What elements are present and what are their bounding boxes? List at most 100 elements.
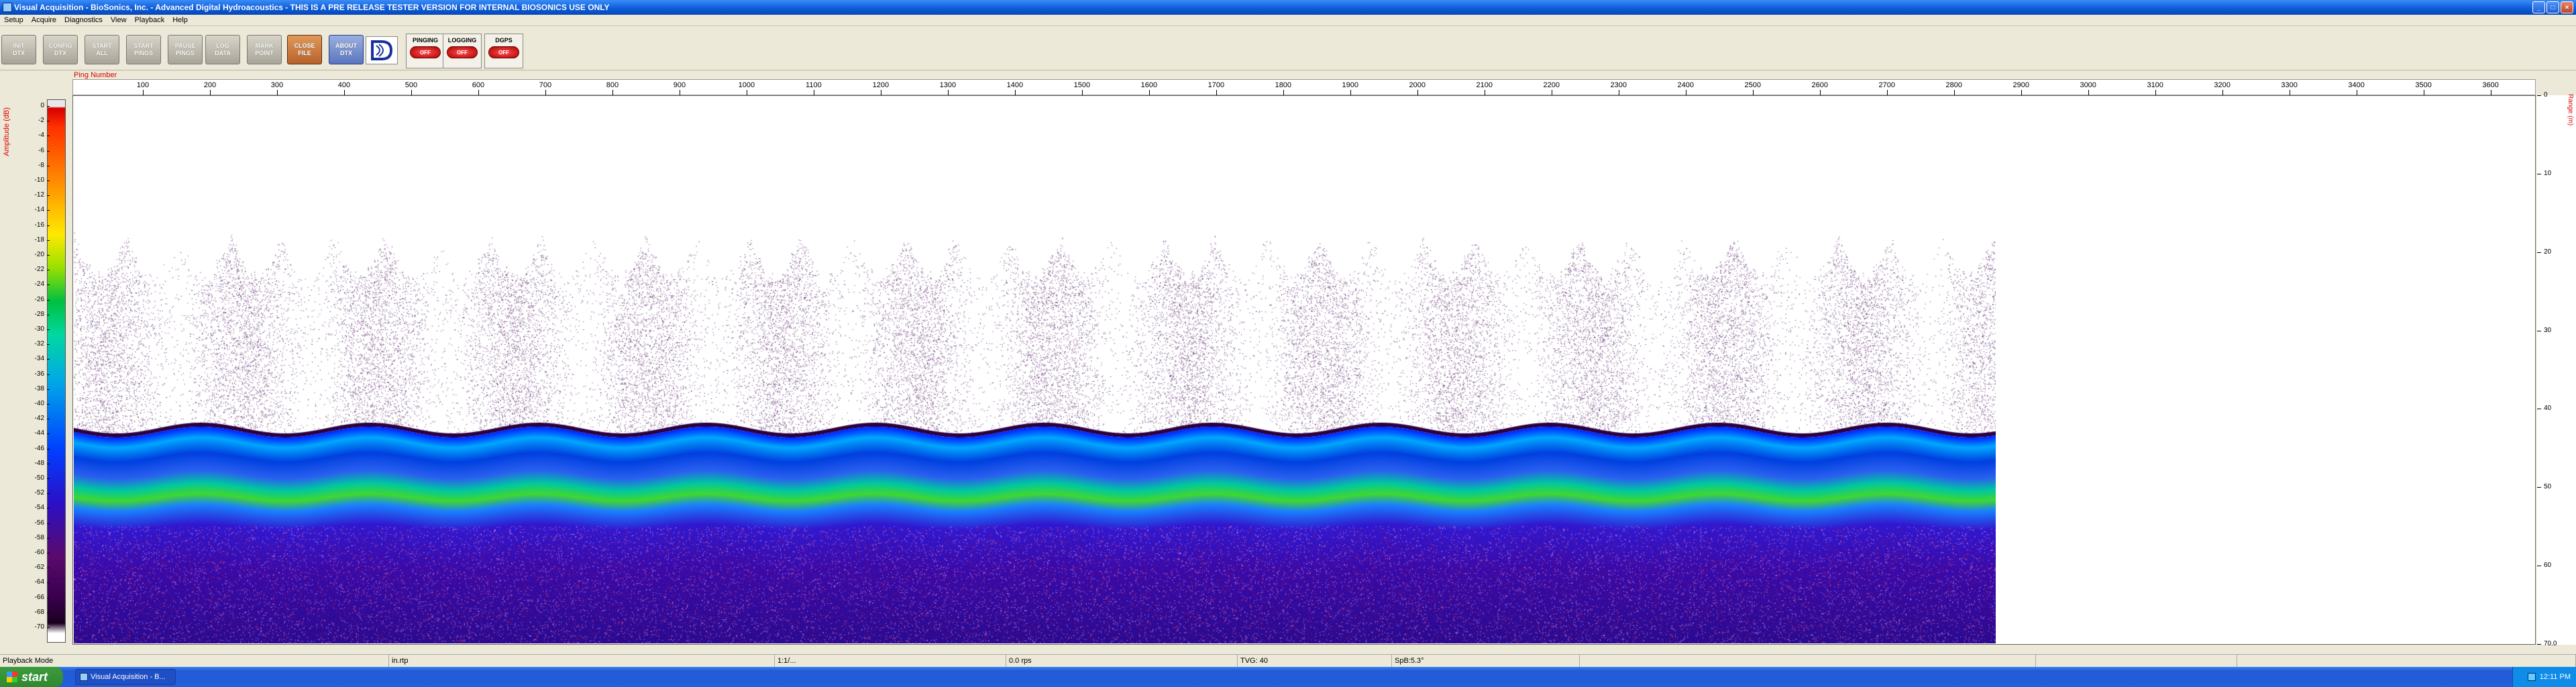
- colorbar-tick-label: -48: [27, 460, 50, 467]
- colorbar-tick-label: -14: [27, 206, 50, 213]
- x-tick-label: 200: [203, 81, 217, 89]
- range-tick-label: 40: [2544, 405, 2552, 413]
- menu-acquire[interactable]: Acquire: [28, 16, 60, 24]
- x-tick-mark: [2155, 90, 2156, 95]
- range-tick-mark: [2537, 252, 2541, 253]
- x-tick-mark: [1216, 90, 1217, 95]
- colorbar-tick-label: -2: [27, 117, 50, 124]
- x-tick-mark: [478, 90, 479, 95]
- menu-view[interactable]: View: [107, 16, 131, 24]
- colorbar-tick-label: -60: [27, 549, 50, 556]
- x-tick-mark: [1752, 90, 1754, 95]
- x-tick-label: 100: [136, 81, 150, 89]
- taskbar-item-visual-acquisition[interactable]: Visual Acquisition - B...: [75, 669, 176, 685]
- colorbar-tick-label: -30: [27, 325, 50, 333]
- toolbar-button-log-data[interactable]: LOG DATA: [205, 35, 240, 64]
- x-tick-mark: [545, 90, 546, 95]
- toolbar-button-mark-point[interactable]: MARK POINT: [247, 35, 282, 64]
- status-ping: 1:1/...: [775, 655, 1006, 667]
- colorbar-tick-label: -24: [27, 280, 50, 288]
- colorbar-tick-label: -50: [27, 474, 50, 482]
- toolbar-button-close-file[interactable]: CLOSE FILE: [287, 35, 322, 64]
- colorbar-tick-label: -64: [27, 578, 50, 586]
- x-tick-label: 1800: [1275, 81, 1292, 89]
- system-tray: 12:11 PM: [2512, 667, 2576, 687]
- status-bar: Playback Mode in.rtp 1:1/... 0.0 rps TVG…: [0, 654, 2576, 667]
- colorbar-tick-label: 0: [27, 102, 50, 109]
- x-tick-label: 800: [606, 81, 619, 89]
- range-tick-label: 60: [2544, 562, 2552, 570]
- x-tick-label: 1700: [1208, 81, 1225, 89]
- minimize-button[interactable]: _: [2532, 1, 2545, 13]
- app-icon: [3, 3, 12, 12]
- x-tick-label: 300: [270, 81, 284, 89]
- x-tick-label: 2300: [1610, 81, 1627, 89]
- menu-help[interactable]: Help: [168, 16, 192, 24]
- colorbar-tick-label: -8: [27, 162, 50, 169]
- start-label: start: [21, 670, 48, 684]
- pinging-lamp: OFF: [410, 46, 441, 58]
- toolbar-button-start-pings[interactable]: START PINGS: [126, 35, 161, 64]
- range-axis: 0 10 20 30 40 50 60 70.0: [2537, 91, 2576, 647]
- toolbar-button-config-dtx[interactable]: CONFIG DTX: [43, 35, 78, 64]
- x-axis-title: Ping Number: [74, 71, 117, 79]
- colorbar-tick-label: -34: [27, 355, 50, 362]
- range-tick-mark: [2537, 644, 2541, 645]
- x-tick-mark: [1819, 90, 1821, 95]
- tray-network-icon[interactable]: [2527, 673, 2536, 681]
- x-tick-mark: [142, 90, 144, 95]
- colorbar-tick-label: -40: [27, 400, 50, 407]
- echogram-plot[interactable]: [72, 95, 2536, 645]
- clock: 12:11 PM: [2539, 673, 2571, 681]
- toolbar-button-pause-pings[interactable]: PAUSE PINGS: [168, 35, 203, 64]
- range-tick-label: 30: [2544, 326, 2552, 334]
- x-tick-label: 1200: [872, 81, 890, 89]
- x-tick-mark: [1014, 90, 1016, 95]
- colorbar-tick-label: -32: [27, 340, 50, 348]
- x-tick-mark: [1417, 90, 1418, 95]
- dgps-lamp: OFF: [488, 46, 519, 58]
- colorbar-tick-label: -6: [27, 147, 50, 154]
- close-window-button[interactable]: ×: [2561, 1, 2573, 13]
- colorbar-tick-label: -66: [27, 594, 50, 601]
- logging-indicator: LOGGING OFF: [443, 34, 482, 68]
- x-tick-label: 1500: [1073, 81, 1091, 89]
- start-button[interactable]: start: [0, 667, 63, 687]
- x-tick-mark: [1886, 90, 1888, 95]
- windows-flag-icon: [7, 672, 17, 682]
- x-tick-label: 2500: [1744, 81, 1761, 89]
- range-axis-title: Range (m): [2567, 94, 2574, 126]
- colorbar-tick-label: -26: [27, 296, 50, 303]
- x-tick-label: 2400: [1677, 81, 1694, 89]
- colorbar-tick-label: -58: [27, 534, 50, 541]
- maximize-button[interactable]: □: [2546, 1, 2559, 13]
- biosonics-logo-icon: [366, 36, 398, 64]
- x-tick-label: 3000: [2080, 81, 2096, 89]
- toolbar-button-about-dtx[interactable]: ABOUT DTX: [329, 35, 364, 64]
- range-tick-mark: [2537, 487, 2541, 488]
- colorbar-tick-label: -20: [27, 251, 50, 258]
- x-tick-mark: [343, 90, 345, 95]
- toolbar-button-start-all[interactable]: START ALL: [85, 35, 119, 64]
- x-tick-label: 3400: [2348, 81, 2365, 89]
- status-mode: Playback Mode: [0, 655, 389, 667]
- x-tick-label: 2100: [1476, 81, 1493, 89]
- status-blank-2: [2036, 655, 2237, 667]
- toolbar-button-init-dtx[interactable]: INIT DTX: [1, 35, 36, 64]
- range-tick-label: 10: [2544, 169, 2552, 177]
- x-tick-label: 400: [337, 81, 351, 89]
- amplitude-colorbar: [47, 99, 66, 643]
- x-tick-mark: [1283, 90, 1284, 95]
- echogram-image[interactable]: [74, 97, 1996, 643]
- colorbar-tick-label: -70: [27, 623, 50, 631]
- status-tvg: TVG: 40: [1238, 655, 1392, 667]
- menu-playback[interactable]: Playback: [131, 16, 169, 24]
- menu-diagnostics[interactable]: Diagnostics: [60, 16, 107, 24]
- colorbar-tick-label: -56: [27, 519, 50, 527]
- status-spb: SpB:5.3°: [1392, 655, 1580, 667]
- colorbar-tick-label: -22: [27, 266, 50, 273]
- status-blank-1: [1580, 655, 2036, 667]
- menu-setup[interactable]: Setup: [0, 16, 28, 24]
- colorbar-tick-label: -54: [27, 504, 50, 511]
- x-tick-mark: [2222, 90, 2223, 95]
